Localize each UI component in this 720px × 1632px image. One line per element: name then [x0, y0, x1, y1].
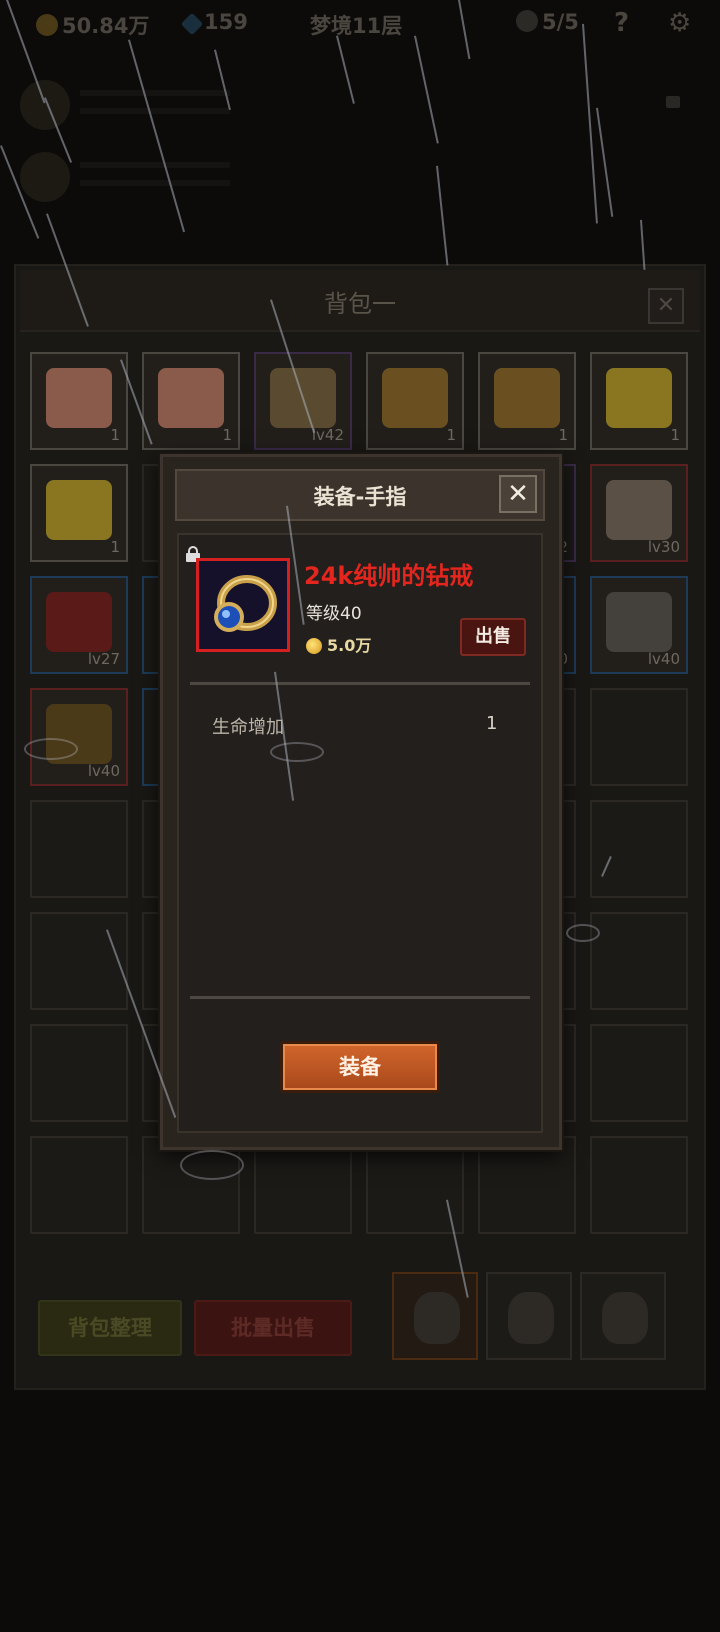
inventory-slot[interactable]: lv40 — [590, 576, 688, 674]
inventory-slot[interactable]: 1 — [366, 352, 464, 450]
backpack-title: 背包一 — [324, 290, 396, 318]
cheese-icon — [46, 480, 112, 540]
skull-amount: 5/5 — [542, 10, 579, 34]
gem-counter: 159 — [180, 10, 248, 36]
hero-status — [20, 150, 250, 204]
backpack-close-button[interactable]: ✕ — [648, 288, 684, 324]
inventory-slot[interactable]: lv27 — [30, 576, 128, 674]
slot-count: lv27 — [87, 650, 120, 668]
rain-ripple — [270, 742, 324, 762]
inventory-slot[interactable] — [30, 800, 128, 898]
inventory-slot[interactable] — [30, 1024, 128, 1122]
gem-icon — [180, 12, 204, 36]
inventory-slot[interactable] — [478, 1136, 576, 1234]
coin-counter: 50.84万 — [36, 10, 149, 40]
hero-hp-bar — [80, 90, 230, 96]
ring-icon — [214, 575, 277, 632]
backpack-header: 背包一 ✕ — [20, 270, 700, 332]
inventory-slot[interactable] — [590, 688, 688, 786]
cake-icon — [46, 368, 112, 428]
inventory-slot[interactable]: lv30 — [590, 464, 688, 562]
backpack-icon — [508, 1292, 554, 1344]
inventory-slot[interactable] — [30, 912, 128, 1010]
inventory-slot[interactable]: 1 — [142, 352, 240, 450]
backpack-icon — [602, 1292, 648, 1344]
top-hud: 50.84万 159 梦境11层 5/5 ? ⚙ — [0, 0, 720, 56]
hero-mp-bar — [80, 180, 230, 186]
inventory-slot[interactable] — [590, 1024, 688, 1122]
sell-button[interactable]: 出售 — [460, 618, 526, 656]
inventory-slot[interactable]: 1 — [30, 352, 128, 450]
coin-icon — [36, 14, 58, 36]
cheese-icon — [606, 368, 672, 428]
lock-icon — [666, 96, 680, 108]
price-value: 5.0万 — [327, 636, 372, 655]
dungeon-floor: 梦境11层 — [310, 14, 403, 38]
item-sell-price: 5.0万 — [306, 632, 371, 656]
skull-counter: 5/5 — [516, 10, 579, 34]
item-level: 等级40 — [306, 604, 362, 624]
item-name: 24k纯帅的钻戒 — [304, 562, 474, 590]
beer-mug-icon — [494, 368, 560, 428]
slot-count: 1 — [110, 426, 120, 444]
bag-tab-3[interactable] — [580, 1272, 666, 1360]
inventory-slot[interactable] — [254, 1136, 352, 1234]
hero-hp-bar — [80, 162, 230, 168]
coin-amount: 50.84万 — [62, 14, 150, 38]
skull-icon — [516, 10, 538, 32]
gem-amount: 159 — [204, 10, 248, 34]
gun-icon — [606, 592, 672, 652]
divider — [190, 682, 530, 685]
inventory-slot[interactable] — [590, 912, 688, 1010]
slot-count: lv40 — [647, 650, 680, 668]
divider — [190, 996, 530, 999]
inventory-slot[interactable] — [590, 1136, 688, 1234]
inventory-slot[interactable] — [30, 1136, 128, 1234]
backpack-icon — [414, 1292, 460, 1344]
armor-icon — [46, 592, 112, 652]
inventory-slot[interactable]: lv40 — [30, 688, 128, 786]
dialog-title: 装备-手指 — [313, 485, 407, 509]
rain-streak — [640, 219, 646, 270]
slot-count: lv30 — [647, 538, 680, 556]
help-button[interactable]: ? — [614, 8, 629, 38]
hero-avatar — [20, 152, 70, 202]
rain-ripple — [566, 924, 600, 942]
item-portrait — [196, 558, 290, 652]
beer-mug-icon — [382, 368, 448, 428]
rain-ripple — [180, 1150, 244, 1180]
rain-streak — [596, 107, 614, 217]
sort-bag-button[interactable]: 背包整理 — [38, 1300, 182, 1356]
slot-count: 1 — [110, 538, 120, 556]
dialog-close-button[interactable]: ✕ — [499, 475, 537, 513]
inventory-slot[interactable] — [590, 800, 688, 898]
slot-count: lv42 — [311, 426, 344, 444]
inventory-slot[interactable]: 1 — [478, 352, 576, 450]
dialog-header: 装备-手指 ✕ — [175, 469, 545, 521]
inventory-slot[interactable]: 1 — [590, 352, 688, 450]
cake-icon — [158, 368, 224, 428]
bulk-sell-button[interactable]: 批量出售 — [194, 1300, 352, 1356]
slot-count: 1 — [222, 426, 232, 444]
hero-avatar — [20, 80, 70, 130]
slot-count: 1 — [670, 426, 680, 444]
coin-icon — [306, 638, 322, 654]
rain-streak — [436, 165, 449, 266]
bag-tab-2[interactable] — [486, 1272, 572, 1360]
stat-value: 1 — [486, 713, 498, 734]
slot-count: 1 — [446, 426, 456, 444]
slot-count: lv40 — [87, 762, 120, 780]
hero-mp-bar — [80, 108, 230, 114]
inventory-slot[interactable]: 1 — [30, 464, 128, 562]
equip-button[interactable]: 装备 — [280, 1041, 440, 1093]
slot-count: 1 — [558, 426, 568, 444]
stat-name: 生命增加 — [212, 717, 284, 738]
gear-icon[interactable]: ⚙ — [668, 8, 691, 38]
rain-ripple — [24, 738, 78, 760]
shield-icon — [606, 480, 672, 540]
